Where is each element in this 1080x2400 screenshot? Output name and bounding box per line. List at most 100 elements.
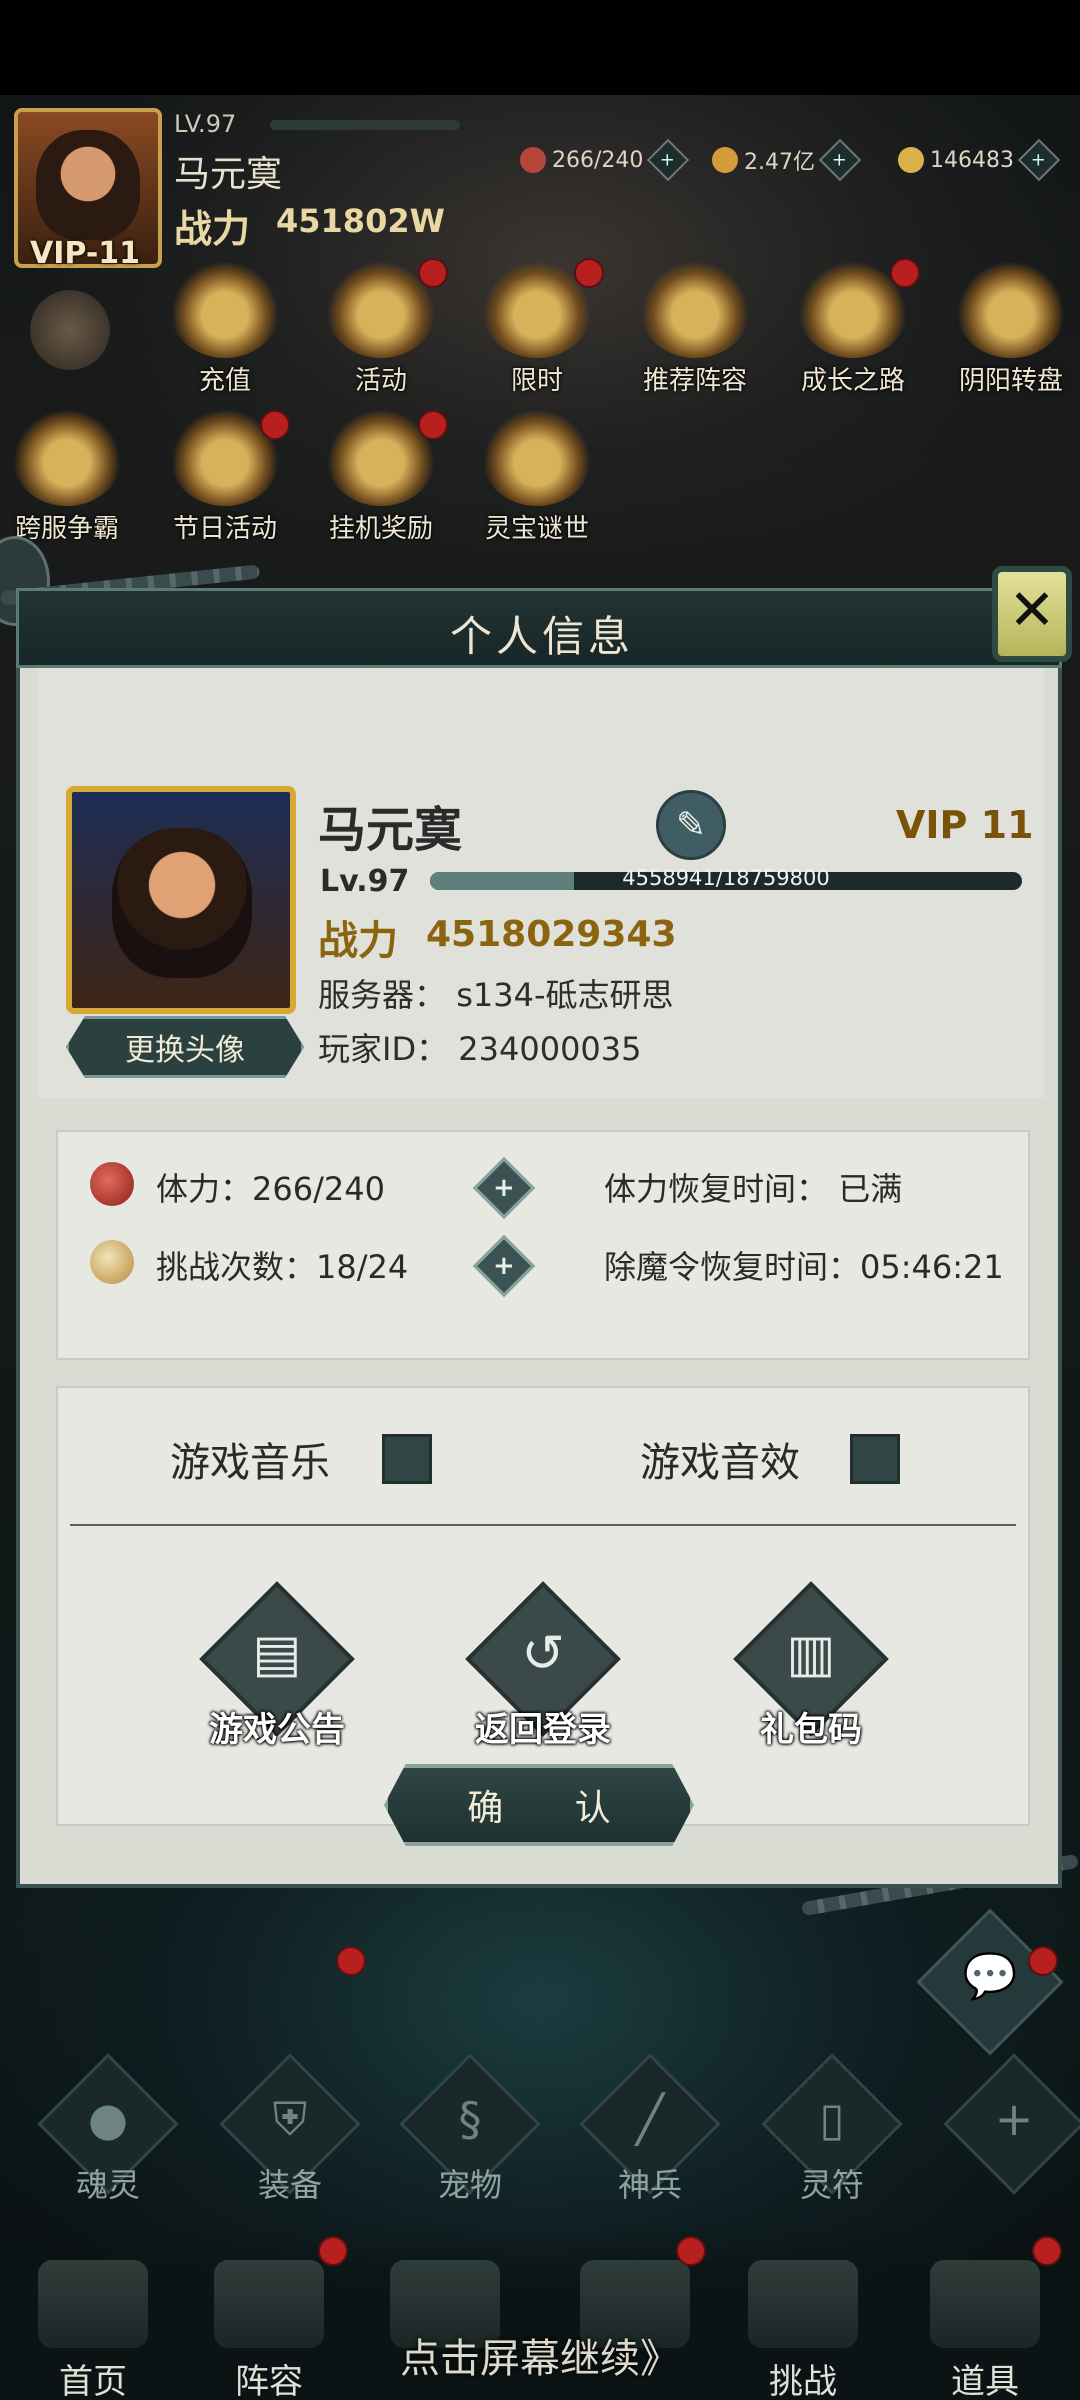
resource-stamina: 266/240 + <box>520 138 690 182</box>
notification-dot <box>336 1946 366 1976</box>
profile-power-label: 战力 <box>318 918 398 964</box>
plus-icon: + <box>660 149 676 171</box>
server-label: 服务器： <box>318 976 447 1014</box>
portrait <box>112 828 252 978</box>
notification-dot <box>418 258 448 288</box>
activity-label: 节日活动 <box>172 514 277 544</box>
gourd-icon <box>90 1240 134 1284</box>
gift-code-icon: ▥ <box>786 1624 836 1684</box>
activity-cross-server[interactable]: 跨服争霸 <box>0 410 142 550</box>
equip-label: 宠物 <box>437 2166 502 2204</box>
cross-server-icon <box>12 410 122 506</box>
wheel-icon <box>956 262 1066 358</box>
music-label: 游戏音乐 <box>170 1440 330 1486</box>
stamina-recover-label: 体力恢复时间： <box>604 1170 829 1208</box>
dialog-title: 个人信息 <box>449 612 634 661</box>
status-bar <box>0 0 1080 95</box>
lingbao-icon <box>482 410 592 506</box>
demon-recover-label: 除魔令恢复时间： <box>604 1248 861 1286</box>
notification-dot <box>1028 1946 1058 1976</box>
divider <box>70 1524 1016 1526</box>
notice-icon: ▤ <box>252 1624 302 1684</box>
stamina-stat: 体力：266/240 <box>156 1164 385 1210</box>
activity-recharge[interactable]: 充值 <box>150 262 300 402</box>
notification-dot <box>890 258 920 288</box>
power-value: 451802W <box>276 202 445 240</box>
change-avatar-button[interactable]: 更换头像 <box>66 1016 304 1078</box>
vip-label: VIP-11 <box>30 236 141 271</box>
pet-icon: § <box>458 2092 482 2146</box>
profile-name: 马元寞 <box>318 802 463 858</box>
edit-name-button[interactable]: ✎ <box>656 790 726 860</box>
equip-label: 魂灵 <box>75 2166 140 2204</box>
talisman-icon: ▯ <box>819 2092 845 2146</box>
personal-info-dialog: 个人信息 ✕ 更换头像 马元寞 ✎ VIP 11 Lv.97 4558941/1… <box>16 566 1072 1888</box>
demon-recover-value: 05:46:21 <box>860 1248 1004 1286</box>
id-value: 234000035 <box>458 1030 642 1068</box>
ingot-icon <box>898 147 924 173</box>
activity-yinyang-wheel[interactable]: 阴阳转盘 <box>936 262 1080 402</box>
dialog-body: 更换头像 马元寞 ✎ VIP 11 Lv.97 4558941/18759800… <box>16 668 1062 1888</box>
notification-dot <box>318 2236 348 2266</box>
challenge-label: 挑战次数： <box>156 1248 317 1286</box>
activity-label: 挂机奖励 <box>328 514 433 544</box>
resource-value: 146483 <box>930 147 1014 173</box>
activity-recommend-lineup[interactable]: 推荐阵容 <box>620 262 770 402</box>
activity-label: 充值 <box>198 366 251 396</box>
resource-ingot: 146483 + <box>898 138 1061 182</box>
pencil-icon: ✎ <box>675 804 707 846</box>
plus-icon: + <box>832 149 848 171</box>
stamina-recover-value: 已满 <box>838 1170 903 1208</box>
activity-label: 限时 <box>510 366 563 396</box>
notification-dot <box>574 258 604 288</box>
notification-dot <box>676 2236 706 2266</box>
close-icon: ✕ <box>1008 578 1056 643</box>
vip-badge: VIP 11 <box>896 803 1034 847</box>
plus-icon: + <box>994 2092 1034 2146</box>
avatar-face <box>36 130 140 240</box>
chat-icon: 💬 <box>962 1951 1018 2002</box>
activity-label: 成长之路 <box>800 366 905 396</box>
plus-icon: + <box>1031 149 1047 171</box>
return-login-label: 返回登录 <box>475 1710 611 1750</box>
plus-icon: + <box>493 1250 515 1281</box>
add-stamina-button[interactable]: + <box>647 138 690 182</box>
activity-label: 活动 <box>354 366 407 396</box>
add-ingot-button[interactable]: + <box>1017 138 1061 182</box>
profile-power: 4518029343 <box>426 914 677 955</box>
gold-icon <box>712 147 738 173</box>
power-label: 战力 <box>174 207 251 251</box>
equip-label: 神兵 <box>617 2166 682 2204</box>
activity-lingbao[interactable]: 灵宝谜世 <box>462 410 612 550</box>
sound-toggle[interactable] <box>850 1434 900 1484</box>
dialog-header: 个人信息 <box>16 588 1062 668</box>
exp-text: 4558941/18759800 <box>622 866 830 890</box>
equip-label: 装备 <box>257 2166 322 2204</box>
level-label: LV.97 <box>174 110 237 138</box>
id-label: 玩家ID： <box>318 1030 449 1068</box>
server-info: 服务器： s134-砥志研思 <box>318 970 674 1016</box>
profile-level: Lv.97 <box>320 864 410 899</box>
notification-dot <box>1032 2236 1062 2266</box>
recharge-icon <box>170 262 280 358</box>
resource-gold: 2.47亿 + <box>712 138 862 182</box>
swirl-icon[interactable] <box>30 290 110 370</box>
resource-value: 2.47亿 <box>744 150 815 175</box>
challenge-value: 18/24 <box>316 1248 409 1286</box>
add-gold-button[interactable]: + <box>818 138 862 182</box>
close-button[interactable]: ✕ <box>982 548 1080 672</box>
stamina-icon <box>90 1162 134 1206</box>
level-bar <box>270 120 460 130</box>
profile-avatar[interactable] <box>66 786 296 1014</box>
stamina-recover-stat: 体力恢复时间： 已满 <box>604 1164 902 1210</box>
tap-to-continue[interactable]: 点击屏幕继续》 <box>0 2326 1080 2384</box>
plus-icon: + <box>493 1172 515 1203</box>
return-icon: ↺ <box>521 1624 565 1684</box>
music-toggle[interactable] <box>382 1434 432 1484</box>
sound-label: 游戏音效 <box>640 1440 800 1486</box>
announcement-label: 游戏公告 <box>209 1710 345 1750</box>
resource-value: 266/240 <box>552 147 644 173</box>
confirm-button[interactable]: 确 认 <box>384 1764 694 1846</box>
soul-icon: ● <box>87 2092 129 2146</box>
equip-label: 灵符 <box>799 2166 864 2204</box>
